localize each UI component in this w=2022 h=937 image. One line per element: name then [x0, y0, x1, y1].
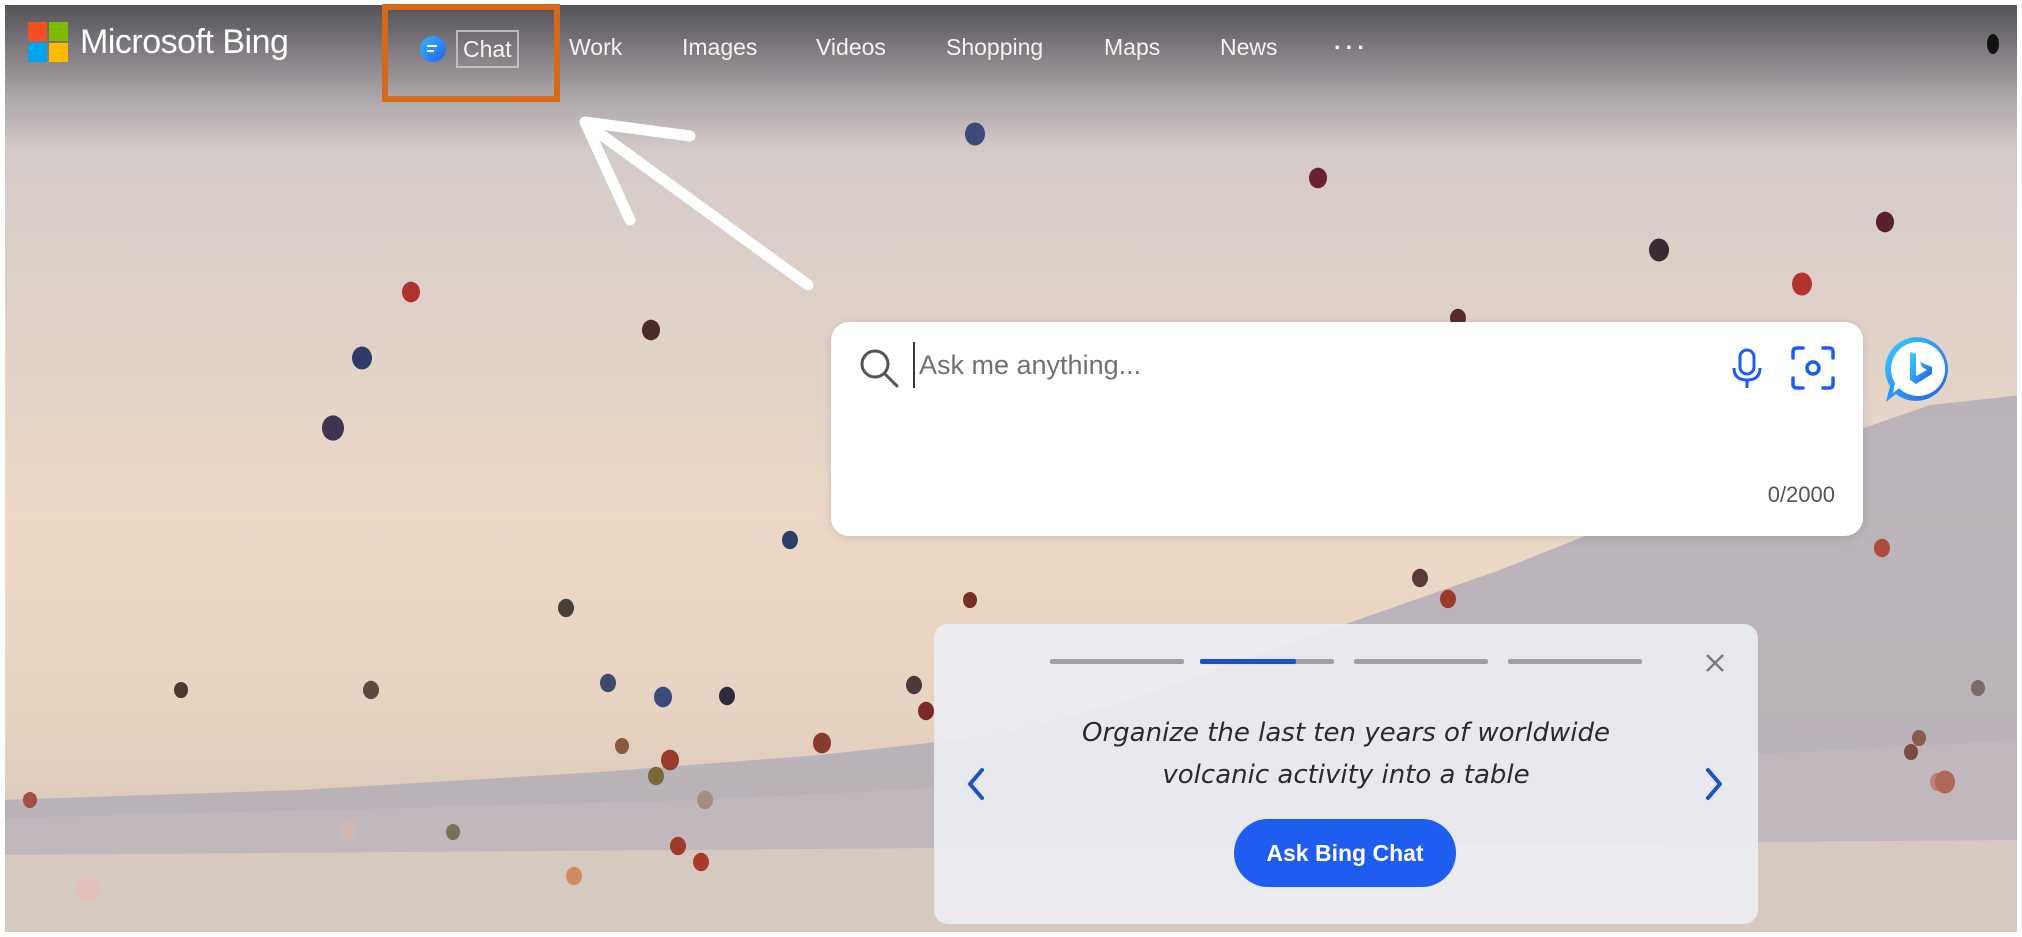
prompt-suggestion-card: Organize the last ten years of worldwide… — [934, 624, 1758, 924]
prompt-suggestion-text: Organize the last ten years of worldwide… — [1082, 718, 1610, 790]
visual-search-icon[interactable] — [1789, 344, 1837, 397]
bing-chat-icon[interactable] — [1882, 334, 1954, 411]
close-icon[interactable] — [1702, 650, 1728, 681]
slide-indicator[interactable] — [1200, 659, 1334, 664]
slide-indicator[interactable] — [1050, 659, 1184, 664]
ask-bing-chat-button[interactable]: Ask Bing Chat — [1234, 819, 1456, 887]
slide-indicator[interactable] — [1354, 659, 1488, 664]
search-input[interactable] — [913, 342, 1559, 388]
chevron-left-icon[interactable] — [964, 766, 988, 807]
slide-indicator[interactable] — [1508, 659, 1642, 664]
microphone-icon[interactable] — [1727, 346, 1767, 397]
search-box: 0/2000 — [831, 322, 1863, 536]
character-count: 0/2000 — [1767, 482, 1835, 507]
chevron-right-icon[interactable] — [1702, 766, 1726, 807]
search-icon — [857, 346, 901, 395]
